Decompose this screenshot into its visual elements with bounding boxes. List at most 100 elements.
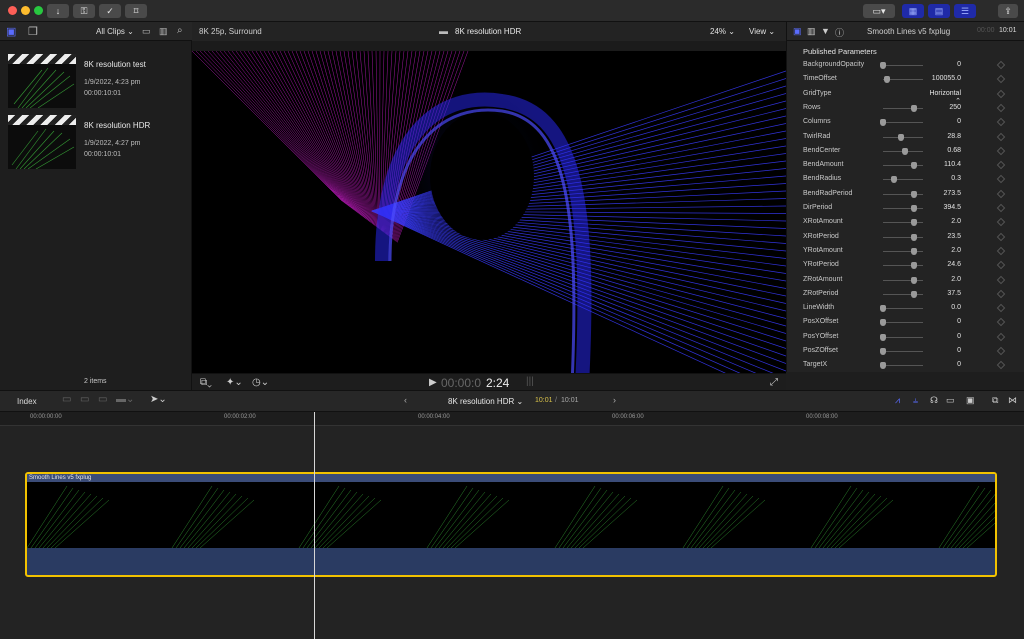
show-browser-button[interactable]: ▦: [902, 4, 924, 18]
param-row[interactable]: BackgroundOpacity 0: [787, 58, 1024, 72]
param-slider[interactable]: [883, 162, 923, 170]
param-row[interactable]: XRotPeriod 23.5: [787, 230, 1024, 244]
param-slider[interactable]: [880, 362, 923, 370]
param-slider[interactable]: [883, 247, 923, 255]
slider-knob[interactable]: [890, 176, 897, 184]
clip-appearance-icon[interactable]: ⧉: [992, 395, 998, 406]
param-value[interactable]: 0: [927, 318, 961, 325]
close-window-button[interactable]: [8, 6, 17, 15]
show-inspector-button[interactable]: ☰: [954, 4, 976, 18]
select-tool-icon[interactable]: ➤⌄: [150, 394, 167, 405]
search-icon[interactable]: ⌕: [177, 25, 183, 36]
background-tasks-button[interactable]: ✓: [99, 4, 121, 18]
enhance-icon[interactable]: ✦⌄: [226, 377, 243, 388]
param-row[interactable]: PosXOffset 0: [787, 315, 1024, 329]
param-value[interactable]: 0.68: [927, 147, 961, 154]
speed-icon[interactable]: ◷⌄: [252, 377, 269, 388]
view-dropdown[interactable]: View ⌄: [749, 27, 775, 36]
timeline-ruler[interactable]: 00:00:00:00 00:00:02:00 00:00:04:00 00:0…: [0, 412, 1024, 426]
video-canvas[interactable]: [192, 51, 786, 385]
slider-knob[interactable]: [910, 190, 917, 198]
slider-knob[interactable]: [910, 276, 917, 284]
param-value[interactable]: 0: [927, 361, 961, 368]
param-slider[interactable]: [880, 333, 923, 341]
param-slider[interactable]: [880, 62, 923, 69]
keyframe-icon[interactable]: [996, 189, 1006, 198]
param-value[interactable]: 23.5: [927, 233, 961, 240]
slider-knob[interactable]: [910, 233, 917, 241]
minimize-window-button[interactable]: [21, 6, 30, 15]
keyframe-icon[interactable]: [996, 132, 1006, 141]
param-slider[interactable]: [883, 290, 923, 298]
forward-arrow-icon[interactable]: ›: [613, 395, 616, 405]
keyframe-icon[interactable]: [996, 361, 1006, 370]
append-clip-icon[interactable]: ▭: [98, 394, 107, 405]
param-slider[interactable]: [880, 305, 923, 313]
keyframe-icon[interactable]: [996, 160, 1006, 170]
param-row[interactable]: XRotAmount 2.0: [787, 215, 1024, 229]
headphones-icon[interactable]: ☊: [930, 395, 938, 406]
transform-icon[interactable]: ⧉⌄: [200, 377, 212, 388]
libraries-icon[interactable]: ▣: [6, 25, 16, 38]
play-button[interactable]: ▶: [429, 377, 437, 388]
param-value[interactable]: 100055.0: [927, 75, 961, 82]
keyframe-icon[interactable]: [996, 318, 1006, 327]
timeline-clip[interactable]: Smooth Lines v5 fxplug: [25, 472, 997, 577]
zoom-dropdown[interactable]: 24% ⌄: [710, 27, 735, 36]
param-slider[interactable]: [883, 133, 923, 141]
param-row[interactable]: Columns 0: [787, 115, 1024, 129]
keyframe-icon[interactable]: [996, 75, 1006, 84]
solo-icon[interactable]: ▭: [946, 395, 955, 406]
slider-knob[interactable]: [880, 62, 886, 69]
browser-clip[interactable]: 8K resolution test 1/9/2022, 4:23 pm 00:…: [8, 54, 188, 108]
param-slider[interactable]: [883, 176, 923, 184]
param-row[interactable]: Rows 250: [787, 101, 1024, 115]
slider-knob[interactable]: [880, 119, 886, 127]
keywords-button[interactable]: ⚿: [73, 4, 95, 18]
filmstrip-icon[interactable]: ▥: [159, 26, 168, 37]
effects-browser-icon[interactable]: ⋈: [1008, 395, 1017, 406]
param-slider[interactable]: [883, 104, 923, 112]
param-slider[interactable]: [883, 276, 923, 284]
param-slider[interactable]: [883, 147, 923, 155]
slider-knob[interactable]: [884, 76, 891, 84]
param-value[interactable]: 250: [927, 104, 961, 111]
slider-knob[interactable]: [880, 333, 886, 341]
param-row[interactable]: BendCenter 0.68: [787, 144, 1024, 158]
param-value[interactable]: 0: [927, 61, 961, 68]
param-value[interactable]: 273.5: [927, 190, 961, 197]
skimming-icon[interactable]: ⫨: [913, 395, 918, 406]
slider-knob[interactable]: [910, 104, 917, 112]
slider-knob[interactable]: [910, 262, 917, 270]
keyframe-icon[interactable]: [996, 218, 1006, 227]
slider-knob[interactable]: [880, 305, 886, 313]
keyframe-icon[interactable]: [996, 117, 1006, 127]
show-timeline-button[interactable]: ▤: [928, 4, 950, 18]
param-row[interactable]: BendRadius 0.3: [787, 172, 1024, 186]
param-value[interactable]: 0.3: [927, 175, 961, 182]
param-row[interactable]: BendAmount 110.4: [787, 158, 1024, 172]
insert-clip-icon[interactable]: ▭: [80, 394, 89, 405]
param-value[interactable]: 0: [927, 347, 961, 354]
timeline-panel[interactable]: 00:00:00:00 00:00:02:00 00:00:04:00 00:0…: [0, 412, 1024, 639]
param-value[interactable]: 37.5: [927, 290, 961, 297]
slider-knob[interactable]: [910, 219, 917, 227]
param-value[interactable]: 0: [927, 333, 961, 340]
param-slider[interactable]: [880, 348, 923, 355]
info-icon[interactable]: ⓘ: [835, 26, 844, 39]
param-row[interactable]: ZRotAmount 2.0: [787, 273, 1024, 287]
keyframe-icon[interactable]: [996, 89, 1006, 98]
param-row[interactable]: LineWidth 0.0: [787, 301, 1024, 315]
slider-knob[interactable]: [910, 205, 917, 212]
keyframe-icon[interactable]: [996, 332, 1006, 341]
param-value[interactable]: 2.0: [927, 247, 961, 254]
back-arrow-icon[interactable]: ‹: [404, 395, 407, 405]
keyframe-icon[interactable]: [996, 346, 1006, 356]
param-value[interactable]: 2.0: [927, 276, 961, 283]
workspace-menu-button[interactable]: ▭▾: [863, 4, 895, 18]
keyframe-icon[interactable]: [996, 146, 1006, 156]
video-inspector-icon[interactable]: ▣: [793, 26, 802, 37]
param-slider[interactable]: [883, 219, 923, 227]
keyframe-icon[interactable]: [996, 260, 1006, 270]
share-button[interactable]: ⇪: [998, 4, 1018, 18]
